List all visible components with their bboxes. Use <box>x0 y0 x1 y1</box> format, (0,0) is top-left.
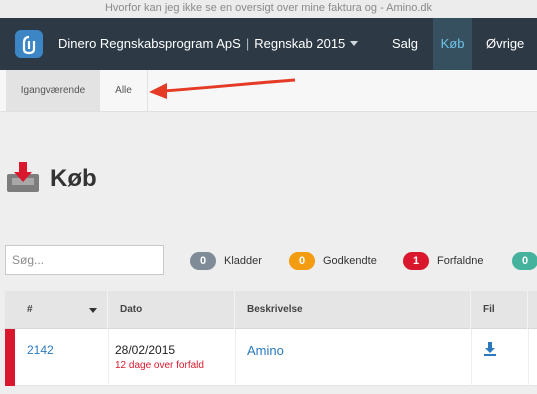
table-row[interactable]: 2142 28/02/2015 12 dage over forfald Ami… <box>5 329 537 386</box>
sort-caret-icon[interactable] <box>89 308 97 313</box>
column-divider <box>235 329 236 386</box>
count-badge: 0 <box>512 252 537 270</box>
description-link[interactable]: Amino <box>247 343 284 358</box>
column-divider <box>108 329 109 386</box>
page-title: Køb <box>50 165 97 192</box>
company-separator: | <box>245 36 250 51</box>
tab-igangvaerende[interactable]: Igangværende <box>6 70 100 111</box>
top-navbar: Dinero Regnskabsprogram ApS | Regnskab 201… <box>0 18 537 70</box>
nav-kob[interactable]: Køb <box>433 18 472 70</box>
filter-godkendte[interactable]: 0 Godkendte <box>289 252 377 270</box>
filter-kladder[interactable]: 0 Kladder <box>190 252 262 270</box>
invoice-number-link[interactable]: 2142 <box>27 343 54 357</box>
filter-forfaldne[interactable]: 1 Forfaldne <box>403 252 483 270</box>
column-divider <box>528 329 529 386</box>
column-label: # <box>27 304 33 315</box>
tab-alle[interactable]: Alle <box>100 70 148 111</box>
window-title: Hvorfor kan jeg ikke se en oversigt over… <box>0 0 537 18</box>
nav-ovrige[interactable]: Øvrige <box>472 18 537 70</box>
company-selector[interactable]: Dinero Regnskabsprogram ApS | Regnskab 201… <box>58 36 359 51</box>
filter-label: Forfaldne <box>437 255 484 267</box>
nav-salg[interactable]: Salg <box>377 18 433 70</box>
annotation-arrow-icon <box>149 78 296 99</box>
download-icon[interactable] <box>483 341 497 357</box>
count-badge: 1 <box>403 252 429 270</box>
filter-label: Kladder <box>224 255 262 267</box>
column-header-beskrivelse[interactable]: Beskrivelse <box>235 291 471 329</box>
count-badge: 0 <box>190 252 216 270</box>
column-header-dato[interactable]: Dato <box>108 291 235 329</box>
inbox-download-icon <box>7 162 39 192</box>
invoice-date: 28/02/2015 <box>115 343 176 357</box>
table-header: # Dato Beskrivelse Fil <box>5 291 537 329</box>
dinero-logo-icon[interactable] <box>15 30 43 58</box>
filter-label: Godkendte <box>323 255 377 267</box>
overdue-marker <box>5 329 15 386</box>
search-input[interactable] <box>5 245 164 275</box>
company-name: Dinero Regnskabsprogram ApS <box>58 36 241 51</box>
count-badge: 0 <box>289 252 315 270</box>
fiscal-year: Regnskab 2015 <box>254 36 346 51</box>
column-header-number[interactable]: # <box>15 291 108 329</box>
column-header-fil[interactable]: Fil <box>471 291 528 329</box>
chevron-down-icon <box>350 41 359 46</box>
filter-partial[interactable]: 0 <box>512 252 537 270</box>
column-divider <box>471 329 472 386</box>
overdue-status: 12 dage over forfald <box>115 360 204 371</box>
